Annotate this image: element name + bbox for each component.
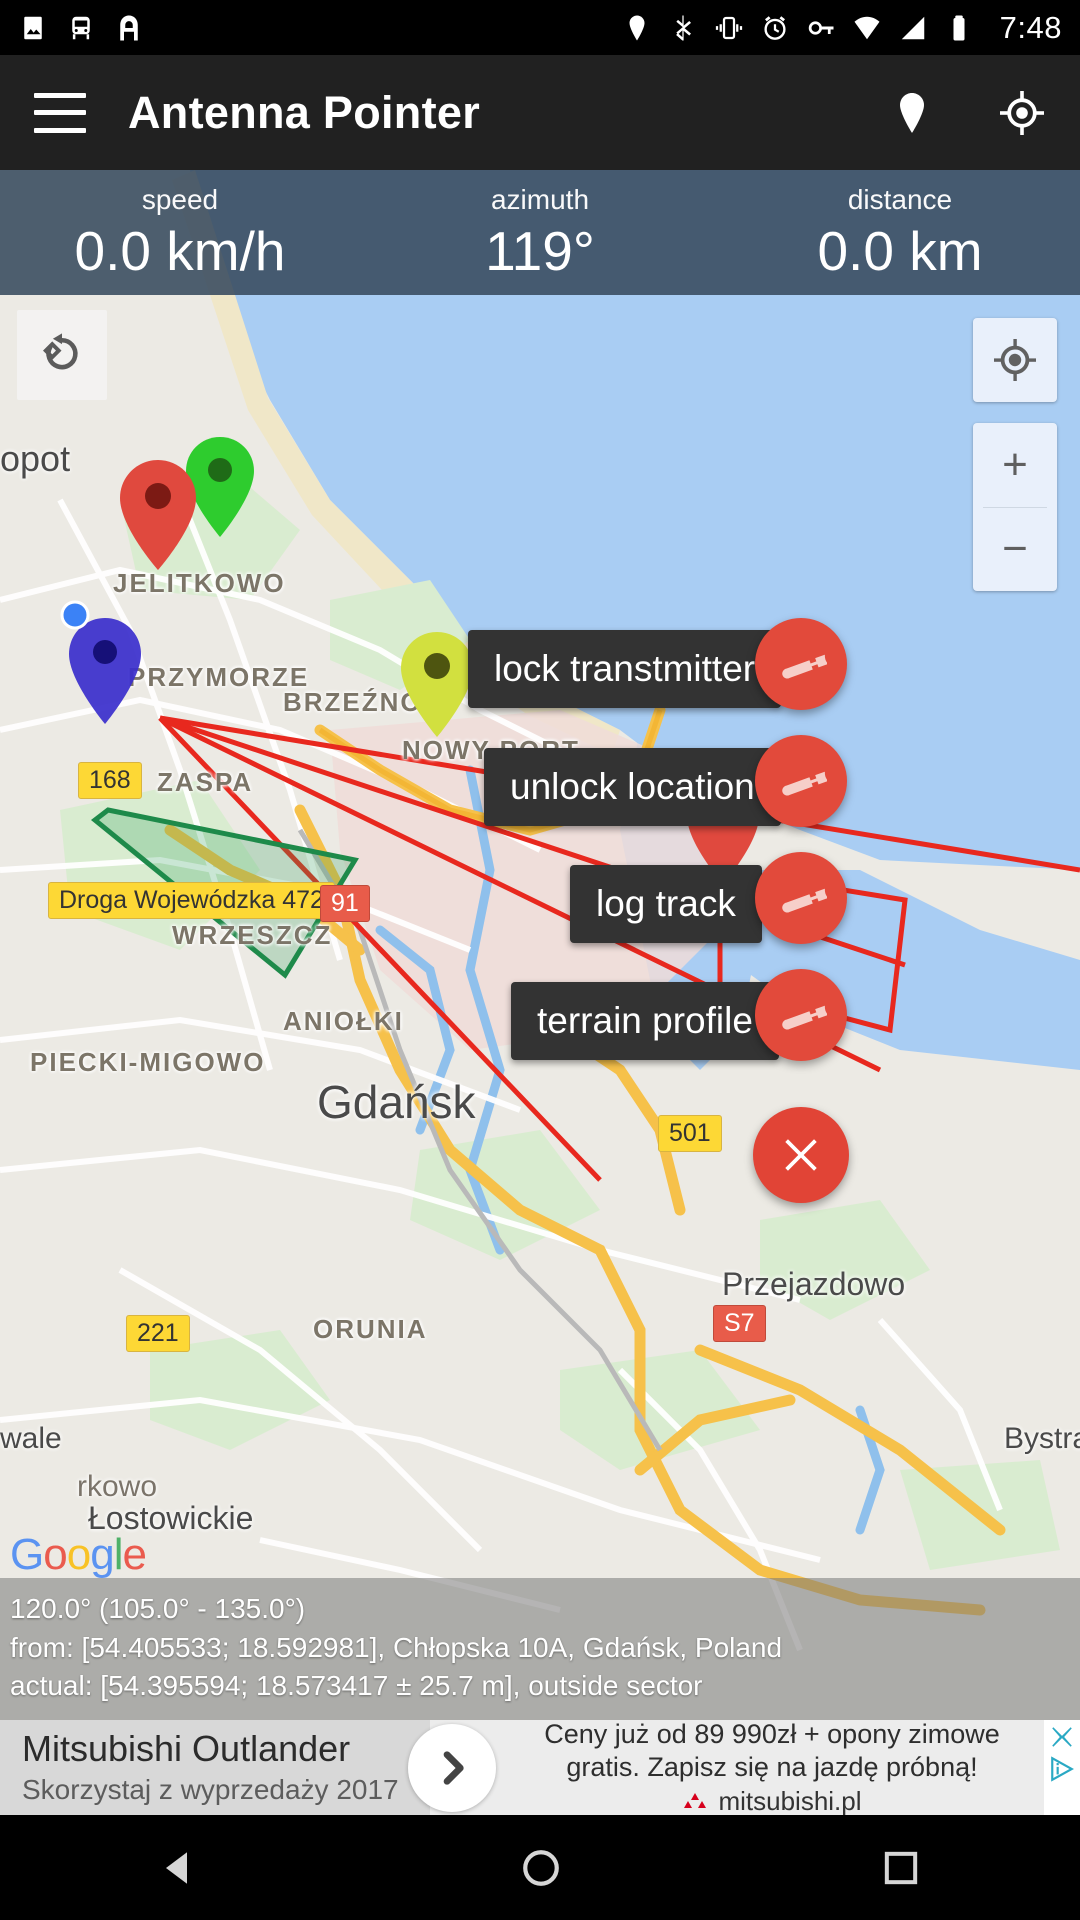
fab-terrain-profile[interactable]	[755, 969, 847, 1061]
ad-left-panel[interactable]: Mitsubishi Outlander Skorzystaj z wyprze…	[0, 1720, 430, 1815]
ad-title: Mitsubishi Outlander	[22, 1727, 351, 1769]
stat-speed-value: 0.0 km/h	[74, 220, 286, 282]
chevron-right-icon	[443, 1750, 464, 1785]
alarm-icon	[764, 15, 786, 40]
close-x-icon	[785, 1139, 817, 1171]
stat-distance-value: 0.0 km	[817, 220, 983, 282]
fab-label-terrain-profile[interactable]: terrain profile	[511, 982, 779, 1060]
ad-info-icon[interactable]	[1049, 1756, 1075, 1782]
hamburger-menu-icon[interactable]	[34, 92, 86, 133]
fab-unlock-location[interactable]	[755, 735, 847, 827]
wrench-icon	[782, 1005, 827, 1030]
status-line-actual: actual: [54.395594; 18.573417 ± 25.7 m],…	[10, 1670, 703, 1702]
back-triangle-icon[interactable]	[159, 1847, 201, 1889]
google-watermark: Google	[10, 1530, 147, 1579]
location-icon	[629, 15, 645, 40]
status-bar-clock: 7:48	[999, 9, 1062, 45]
stat-azimuth-label: azimuth	[490, 184, 590, 215]
app-bar: Antenna Pointer	[0, 55, 1080, 170]
stat-azimuth-value: 119°	[485, 220, 595, 282]
phone-screen: 7:48 Antenna Pointer Google JELITKOWO PR…	[0, 0, 1080, 1920]
status-line-sector: 120.0° (105.0° - 135.0°)	[10, 1593, 306, 1625]
zoom-controls: + −	[973, 423, 1057, 591]
ad-copy-line1: Ceny już od 89 990zł + opony zimowe	[544, 1718, 1000, 1749]
app-bar-actions	[888, 89, 1046, 137]
status-bar-left-icons	[18, 13, 144, 43]
ad-close-icon[interactable]	[1049, 1724, 1075, 1750]
stat-distance-label: distance	[847, 184, 953, 215]
wrench-icon	[782, 654, 827, 679]
wifi-icon	[854, 16, 880, 39]
fab-label-unlock-location[interactable]: unlock location	[484, 748, 781, 826]
zoom-out-button[interactable]: −	[973, 508, 1057, 592]
compass-reset-icon	[42, 333, 78, 370]
compass-reset-button[interactable]	[17, 310, 107, 400]
bus-icon	[72, 16, 90, 39]
fab-lock-transmitter[interactable]	[755, 618, 847, 710]
app-icon	[120, 15, 138, 40]
image-icon	[24, 16, 42, 39]
zoom-in-button[interactable]: +	[973, 423, 1057, 507]
stat-azimuth: azimuth 119°	[360, 170, 720, 295]
fab-close-menu[interactable]	[753, 1107, 849, 1203]
stat-speed: speed 0.0 km/h	[0, 170, 360, 295]
stats-bar: speed 0.0 km/h azimuth 119° distance 0.0…	[0, 170, 1080, 295]
wrench-icon	[782, 888, 827, 913]
ad-next-button[interactable]	[408, 1723, 496, 1812]
gps-fixed-icon	[994, 339, 1036, 381]
vpn-key-icon	[808, 20, 834, 35]
fab-log-track[interactable]	[755, 852, 847, 944]
ad-right-panel[interactable]: Ceny już od 89 990zł + opony zimowe grat…	[430, 1718, 1044, 1817]
fab-label-lock-transmitter[interactable]: lock transtmitter	[468, 630, 782, 708]
ad-copy-line2: gratis. Zapisz się na jazdę próbną!	[566, 1751, 978, 1782]
signal-icon	[901, 16, 924, 39]
place-marker-icon[interactable]	[888, 89, 936, 137]
ad-brand-row: mitsubishi.pl	[682, 1786, 862, 1817]
page-title: Antenna Pointer	[128, 86, 481, 138]
system-nav-bar	[0, 1815, 1080, 1920]
fab-label-log-track[interactable]: log track	[570, 865, 762, 943]
ad-badges	[1044, 1720, 1080, 1815]
vibrate-icon	[715, 16, 742, 39]
ad-banner[interactable]: Mitsubishi Outlander Skorzystaj z wyprze…	[0, 1718, 1080, 1817]
gps-center-button[interactable]	[973, 318, 1057, 402]
status-line-from: from: [54.405533; 18.592981], Chłopska 1…	[10, 1631, 783, 1663]
my-location-icon[interactable]	[998, 89, 1046, 137]
system-status-bar: 7:48	[0, 0, 1080, 55]
recents-square-icon[interactable]	[881, 1848, 921, 1888]
home-circle-icon[interactable]	[520, 1847, 562, 1889]
wrench-icon	[782, 771, 827, 796]
ad-brand-text: mitsubishi.pl	[718, 1786, 862, 1817]
stat-distance: distance 0.0 km	[720, 170, 1080, 295]
bluetooth-icon	[675, 15, 691, 40]
status-bar-right-icons: 7:48	[622, 10, 1062, 46]
status-overlay: 120.0° (105.0° - 135.0°) from: [54.40553…	[0, 1578, 1080, 1720]
ad-subtitle: Skorzystaj z wyprzedaży 2017	[22, 1773, 399, 1805]
stat-speed-label: speed	[141, 184, 219, 215]
battery-icon	[953, 15, 965, 40]
mitsubishi-logo-icon	[684, 1792, 707, 1808]
